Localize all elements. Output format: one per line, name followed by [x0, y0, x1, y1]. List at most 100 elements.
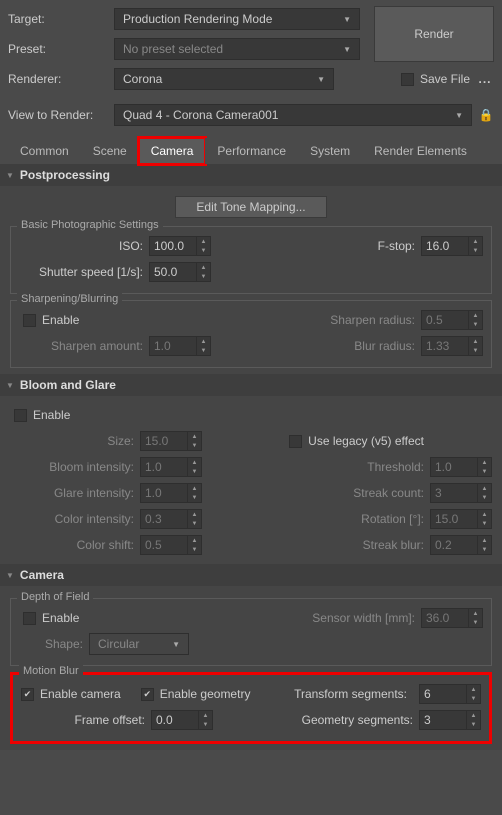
sharpen-amount-spinner[interactable]: ▲▼ [149, 336, 211, 356]
render-button[interactable]: Render [374, 6, 494, 62]
fstop-label: F-stop: [211, 239, 421, 253]
sharpen-radius-label: Sharpen radius: [211, 313, 421, 327]
color-shift-input[interactable] [141, 538, 187, 552]
sharpen-radius-input[interactable] [422, 313, 468, 327]
preset-dropdown[interactable]: No preset selected [114, 38, 360, 60]
iso-spinner[interactable]: ▲▼ [149, 236, 211, 256]
sharpening-label: Sharpening/Blurring [17, 293, 122, 305]
rotation-input[interactable] [431, 512, 477, 526]
motion-blur-label: Motion Blur [19, 665, 83, 677]
fstop-spinner[interactable]: ▲▼ [421, 236, 483, 256]
motion-blur-fieldset: Motion Blur Enable camera Enable geometr… [10, 672, 492, 744]
iso-input[interactable] [150, 239, 196, 253]
tab-system[interactable]: System [298, 138, 362, 164]
target-value: Production Rendering Mode [123, 12, 272, 26]
tab-scene[interactable]: Scene [81, 138, 139, 164]
threshold-spinner[interactable]: ▲▼ [430, 457, 492, 477]
shape-value: Circular [98, 637, 139, 651]
shape-label: Shape: [19, 637, 89, 651]
frame-offset-label: Frame offset: [21, 713, 151, 727]
shutter-input[interactable] [150, 265, 196, 279]
color-intensity-input[interactable] [141, 512, 187, 526]
legacy-checkbox[interactable] [289, 435, 302, 448]
frame-offset-spinner[interactable]: ▲▼ [151, 710, 213, 730]
blur-radius-label: Blur radius: [211, 339, 421, 353]
frame-offset-input[interactable] [152, 713, 198, 727]
save-file-checkbox[interactable] [401, 73, 414, 86]
basic-photographic-label: Basic Photographic Settings [17, 219, 163, 231]
shutter-spinner[interactable]: ▲▼ [149, 262, 211, 282]
target-label: Target: [8, 12, 108, 26]
bloom-size-input[interactable] [141, 434, 187, 448]
tab-common[interactable]: Common [8, 138, 81, 164]
tab-render-elements[interactable]: Render Elements [362, 138, 479, 164]
iso-label: ISO: [19, 239, 149, 253]
postprocessing-header[interactable]: Postprocessing [0, 164, 502, 186]
geometry-segments-label: Geometry segments: [213, 713, 419, 727]
blur-radius-input[interactable] [422, 339, 468, 353]
sharpen-amount-label: Sharpen amount: [19, 339, 149, 353]
sharpening-fieldset: Sharpening/Blurring Enable Sharpen radiu… [10, 300, 492, 368]
save-file-browse-button[interactable]: ... [476, 72, 494, 86]
streak-count-input[interactable] [431, 486, 477, 500]
transform-segments-spinner[interactable]: ▲▼ [419, 684, 481, 704]
tab-performance[interactable]: Performance [205, 138, 298, 164]
view-to-render-value: Quad 4 - Corona Camera001 [123, 108, 278, 122]
bloom-enable-label: Enable [33, 408, 70, 422]
save-file-label: Save File [420, 72, 470, 86]
bloom-enable-checkbox[interactable] [14, 409, 27, 422]
sharpen-enable-checkbox[interactable] [23, 314, 36, 327]
bloom-size-label: Size: [10, 434, 140, 448]
lock-view-icon[interactable]: 🔒 [478, 105, 494, 125]
color-shift-spinner[interactable]: ▲▼ [140, 535, 202, 555]
dof-enable-checkbox[interactable] [23, 612, 36, 625]
fstop-input[interactable] [422, 239, 468, 253]
color-intensity-label: Color intensity: [10, 512, 140, 526]
threshold-label: Threshold: [202, 460, 430, 474]
enable-camera-checkbox[interactable] [21, 688, 34, 701]
streak-blur-input[interactable] [431, 538, 477, 552]
color-intensity-spinner[interactable]: ▲▼ [140, 509, 202, 529]
geometry-segments-input[interactable] [420, 713, 466, 727]
enable-geometry-checkbox[interactable] [141, 688, 154, 701]
streak-blur-spinner[interactable]: ▲▼ [430, 535, 492, 555]
bloom-header[interactable]: Bloom and Glare [0, 374, 502, 396]
edit-tone-mapping-button[interactable]: Edit Tone Mapping... [175, 196, 326, 218]
sensor-width-input[interactable] [422, 611, 468, 625]
enable-camera-label: Enable camera [40, 687, 121, 701]
sharpen-radius-spinner[interactable]: ▲▼ [421, 310, 483, 330]
bloom-intensity-spinner[interactable]: ▲▼ [140, 457, 202, 477]
rotation-spinner[interactable]: ▲▼ [430, 509, 492, 529]
renderer-dropdown[interactable]: Corona [114, 68, 334, 90]
target-dropdown[interactable]: Production Rendering Mode [114, 8, 360, 30]
geometry-segments-spinner[interactable]: ▲▼ [419, 710, 481, 730]
enable-geometry-label: Enable geometry [160, 687, 251, 701]
transform-segments-input[interactable] [420, 687, 466, 701]
preset-label: Preset: [8, 42, 108, 56]
sharpen-enable-label: Enable [42, 313, 79, 327]
streak-count-spinner[interactable]: ▲▼ [430, 483, 492, 503]
blur-radius-spinner[interactable]: ▲▼ [421, 336, 483, 356]
glare-intensity-input[interactable] [141, 486, 187, 500]
tab-bar: Common Scene Camera Performance System R… [0, 134, 502, 164]
view-to-render-label: View to Render: [8, 108, 108, 122]
preset-value: No preset selected [123, 42, 223, 56]
transform-segments-label: Transform segments: [256, 687, 413, 701]
shutter-label: Shutter speed [1/s]: [19, 265, 149, 279]
camera-section-header[interactable]: Camera [0, 564, 502, 586]
shape-dropdown[interactable]: Circular [89, 633, 189, 655]
sharpen-amount-input[interactable] [150, 339, 196, 353]
bloom-intensity-label: Bloom intensity: [10, 460, 140, 474]
view-to-render-dropdown[interactable]: Quad 4 - Corona Camera001 [114, 104, 472, 126]
tab-camera[interactable]: Camera [139, 138, 206, 164]
color-shift-label: Color shift: [10, 538, 140, 552]
glare-intensity-spinner[interactable]: ▲▼ [140, 483, 202, 503]
streak-count-label: Streak count: [202, 486, 430, 500]
bloom-intensity-input[interactable] [141, 460, 187, 474]
bloom-size-spinner[interactable]: ▲▼ [140, 431, 202, 451]
rotation-label: Rotation [°]: [202, 512, 430, 526]
glare-intensity-label: Glare intensity: [10, 486, 140, 500]
threshold-input[interactable] [431, 460, 477, 474]
sensor-width-spinner[interactable]: ▲▼ [421, 608, 483, 628]
dof-label: Depth of Field [17, 591, 93, 603]
